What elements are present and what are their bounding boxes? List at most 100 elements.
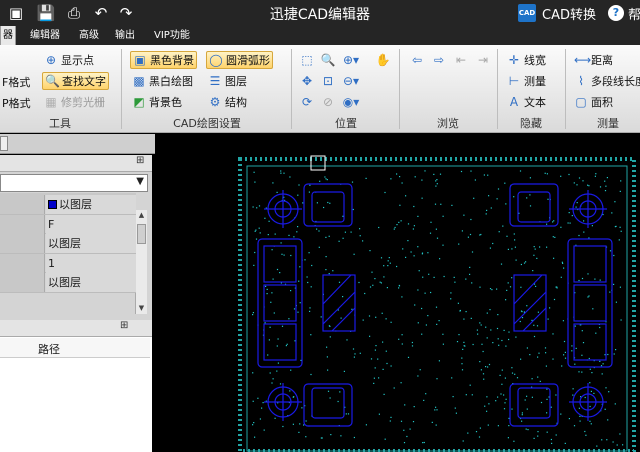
floor-dot xyxy=(368,315,371,317)
floor-dot xyxy=(428,273,430,275)
floor-dot xyxy=(572,394,574,396)
floor-dot xyxy=(539,380,541,382)
floor-dot xyxy=(455,412,457,414)
floor-dot xyxy=(306,276,308,278)
structure-button[interactable]: ⚙ 结构 xyxy=(206,93,249,111)
floor-dot xyxy=(325,256,327,258)
floor-dot xyxy=(489,309,491,311)
floor-dot xyxy=(325,178,327,180)
area-button[interactable]: ▢ 面积 xyxy=(572,93,615,111)
drawing-canvas[interactable] xyxy=(152,154,640,452)
floor-dot xyxy=(436,409,438,411)
floor-dot xyxy=(268,220,270,222)
floor-dot xyxy=(407,240,409,242)
floor-dot xyxy=(589,368,591,370)
cad-logo-icon: CAD xyxy=(518,4,536,22)
black-background-button[interactable]: ▣ 黑色背景 xyxy=(130,51,197,69)
floor-dot xyxy=(591,372,593,374)
zoom-window-icon[interactable]: ⬚ xyxy=(298,51,316,69)
format-f-button[interactable]: F格式 xyxy=(0,73,32,91)
floor-dot xyxy=(469,384,471,386)
find-text-button[interactable]: 🔍 查找文字 xyxy=(42,72,109,90)
floor-dot xyxy=(270,301,272,303)
floor-dot xyxy=(547,198,549,200)
floor-dot xyxy=(378,413,380,415)
properties-scrollbar[interactable]: ▲ ▼ xyxy=(135,210,147,314)
property-value[interactable]: 以图层 xyxy=(46,234,136,253)
floor-dot xyxy=(502,225,504,227)
floor-dot xyxy=(575,347,577,349)
property-value[interactable]: 以图层 xyxy=(46,273,136,292)
scroll-up-icon[interactable]: ▲ xyxy=(136,210,147,220)
floor-dot xyxy=(371,271,373,273)
floor-dot xyxy=(521,317,524,319)
floor-dot xyxy=(405,195,407,197)
tab-vip[interactable]: VIP功能 xyxy=(152,26,192,45)
pin-icon[interactable]: ⊞ xyxy=(120,320,128,331)
trim-raster-button[interactable]: ▦ 修剪光栅 xyxy=(42,93,107,111)
tab-editor[interactable]: 编辑器 xyxy=(28,26,62,45)
floor-dot xyxy=(411,341,413,344)
layers-button[interactable]: ☰ 图层 xyxy=(206,72,249,90)
floor-dot xyxy=(605,185,607,187)
zoom-icon[interactable]: 🔍 xyxy=(319,51,337,69)
bw-drawing-button[interactable]: ▩ 黑白绘图 xyxy=(130,72,195,90)
arrow-right-icon[interactable]: ⇨ xyxy=(430,51,448,69)
tab-output[interactable]: 输出 xyxy=(113,26,137,45)
polyline-length-button[interactable]: ⌇ 多段线长度 xyxy=(572,72,640,90)
help-icon[interactable]: ? xyxy=(608,5,624,21)
floor-dot xyxy=(375,316,377,318)
arrow-left-icon[interactable]: ⇦ xyxy=(408,51,426,69)
cad-convert-button[interactable]: CAD CAD转换 xyxy=(518,3,596,23)
column-path[interactable]: 路径 xyxy=(38,341,60,357)
show-point-button[interactable]: ⊕ 显示点 xyxy=(42,51,96,69)
scroll-thumb[interactable] xyxy=(137,224,146,244)
floor-dot xyxy=(374,278,376,280)
floor-dot xyxy=(383,393,385,395)
format-p-button[interactable]: P格式 xyxy=(0,94,33,112)
floor-dot xyxy=(256,207,258,209)
floor-dot xyxy=(564,351,566,353)
floor-dot xyxy=(480,233,482,236)
floor-dot xyxy=(440,203,442,205)
property-value[interactable]: 1 xyxy=(46,253,136,273)
tab-viewer[interactable]: 器 xyxy=(0,26,16,45)
rotate-view-icon[interactable]: ⟳ xyxy=(298,93,316,111)
help-label[interactable]: 帮 xyxy=(628,4,640,23)
pan-hand-icon[interactable]: ✋ xyxy=(374,51,392,69)
smooth-arc-button[interactable]: ◯ 圆滑弧形 xyxy=(206,51,273,69)
floor-dot xyxy=(390,365,392,367)
zoom-out-dropdown-icon[interactable]: ⊖▾ xyxy=(342,72,360,90)
floor-dot xyxy=(388,257,390,259)
property-value[interactable]: 以图层 xyxy=(46,195,136,214)
property-value[interactable]: F xyxy=(46,214,136,234)
pin-icon[interactable]: ⊞ xyxy=(136,155,144,166)
floor-dot xyxy=(547,318,549,320)
floor-dot xyxy=(280,242,282,244)
entity-type-select[interactable]: ▼ xyxy=(0,174,148,192)
floor-dot xyxy=(400,420,403,422)
tab-advanced[interactable]: 高级 xyxy=(77,26,101,45)
previous-view-icon[interactable]: ⊘ xyxy=(319,93,337,111)
floor-dot xyxy=(266,288,268,290)
text-toggle-button[interactable]: A 文本 xyxy=(505,93,548,111)
tab-scroll-button[interactable] xyxy=(0,136,8,151)
line-width-button[interactable]: ✛ 线宽 xyxy=(505,51,548,69)
browse-forward-icon[interactable]: ⇥ xyxy=(474,51,492,69)
view-3d-dropdown-icon[interactable]: ◉▾ xyxy=(342,93,360,111)
distance-button[interactable]: ⟷ 距离 xyxy=(572,51,615,69)
background-color-button[interactable]: ◩ 背景色 xyxy=(130,93,184,111)
floor-dot xyxy=(573,425,576,427)
floor-dot xyxy=(297,226,299,228)
browse-back-icon[interactable]: ⇤ xyxy=(452,51,470,69)
floor-dot xyxy=(277,362,279,364)
scroll-down-icon[interactable]: ▼ xyxy=(136,303,147,313)
zoom-in-dropdown-icon[interactable]: ⊕▾ xyxy=(342,51,360,69)
fit-screen-icon[interactable]: ⊡ xyxy=(319,72,337,90)
measure-toggle-button[interactable]: ⊢ 测量 xyxy=(505,72,548,90)
floor-dot xyxy=(490,207,492,209)
zoom-extents-icon[interactable]: ✥ xyxy=(298,72,316,90)
floor-dot xyxy=(384,191,386,194)
cad-drawing[interactable] xyxy=(152,154,640,452)
floor-dot xyxy=(513,196,515,198)
